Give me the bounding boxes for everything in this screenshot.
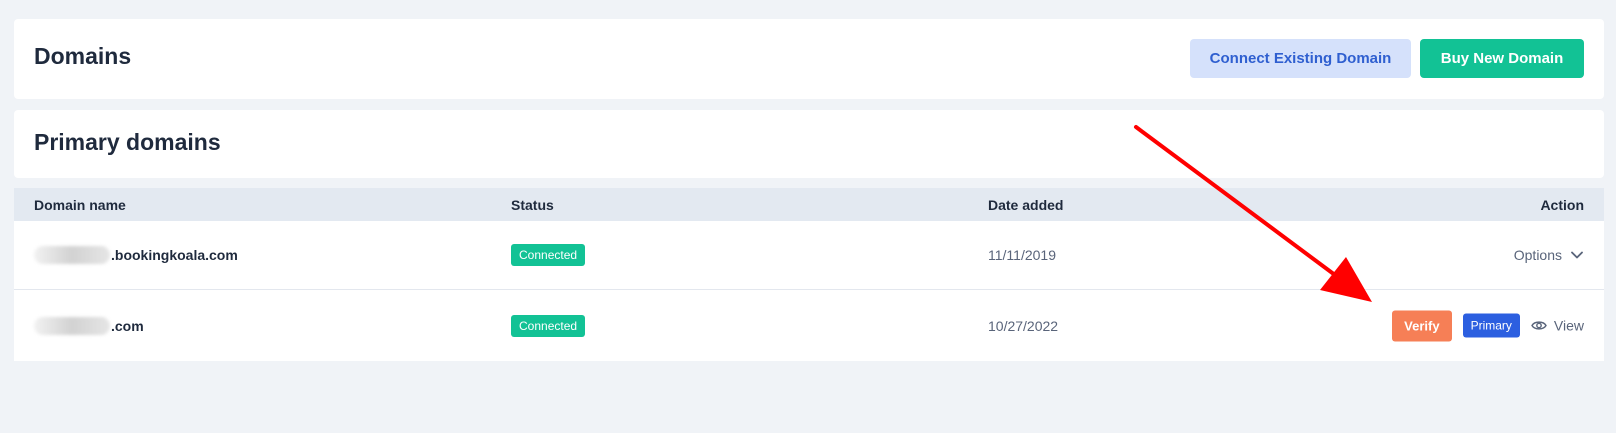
chevron-down-icon — [1571, 251, 1583, 259]
domain-suffix: .com — [111, 317, 144, 334]
connect-existing-domain-button[interactable]: Connect Existing Domain — [1190, 39, 1411, 78]
date-added: 11/11/2019 — [988, 247, 1056, 263]
redacted-blur — [34, 246, 110, 264]
domain-suffix: .bookingkoala.com — [111, 247, 238, 263]
eye-icon — [1531, 321, 1547, 330]
table-row: .com Connected 10/27/2022 Verify Primary… — [14, 289, 1604, 361]
view-label: View — [1553, 317, 1584, 334]
column-header-domain-name: Domain name — [34, 197, 126, 213]
column-header-status: Status — [511, 197, 554, 213]
primary-domains-card: Primary domains — [14, 110, 1604, 178]
domains-header-card: Domains Connect Existing Domain Buy New … — [14, 19, 1604, 99]
page-title: Domains — [34, 43, 132, 69]
redacted-blur — [34, 316, 110, 335]
table-row: .bookingkoala.com Connected 11/11/2019 O… — [14, 221, 1604, 289]
view-link[interactable]: View — [1531, 318, 1584, 334]
domain-name-cell: .bookingkoala.com — [34, 246, 238, 264]
table-header: Domain name Status Date added Action — [14, 188, 1604, 221]
options-dropdown[interactable]: Options — [1514, 247, 1584, 263]
column-header-date-added: Date added — [988, 197, 1064, 213]
row-actions: Verify Primary View — [1392, 310, 1584, 341]
date-added: 10/27/2022 — [988, 317, 1059, 334]
buy-new-domain-button[interactable]: Buy New Domain — [1420, 39, 1584, 78]
column-header-action: Action — [1540, 197, 1584, 213]
primary-badge[interactable]: Primary — [1462, 313, 1520, 338]
domain-name-cell: .com — [34, 316, 144, 335]
verify-button[interactable]: Verify — [1392, 310, 1452, 341]
options-label: Options — [1513, 247, 1562, 263]
section-title: Primary domains — [34, 129, 221, 155]
status-badge: Connected — [511, 314, 586, 337]
domains-table: Domain name Status Date added Action .bo… — [14, 188, 1604, 361]
status-badge: Connected — [511, 244, 586, 266]
